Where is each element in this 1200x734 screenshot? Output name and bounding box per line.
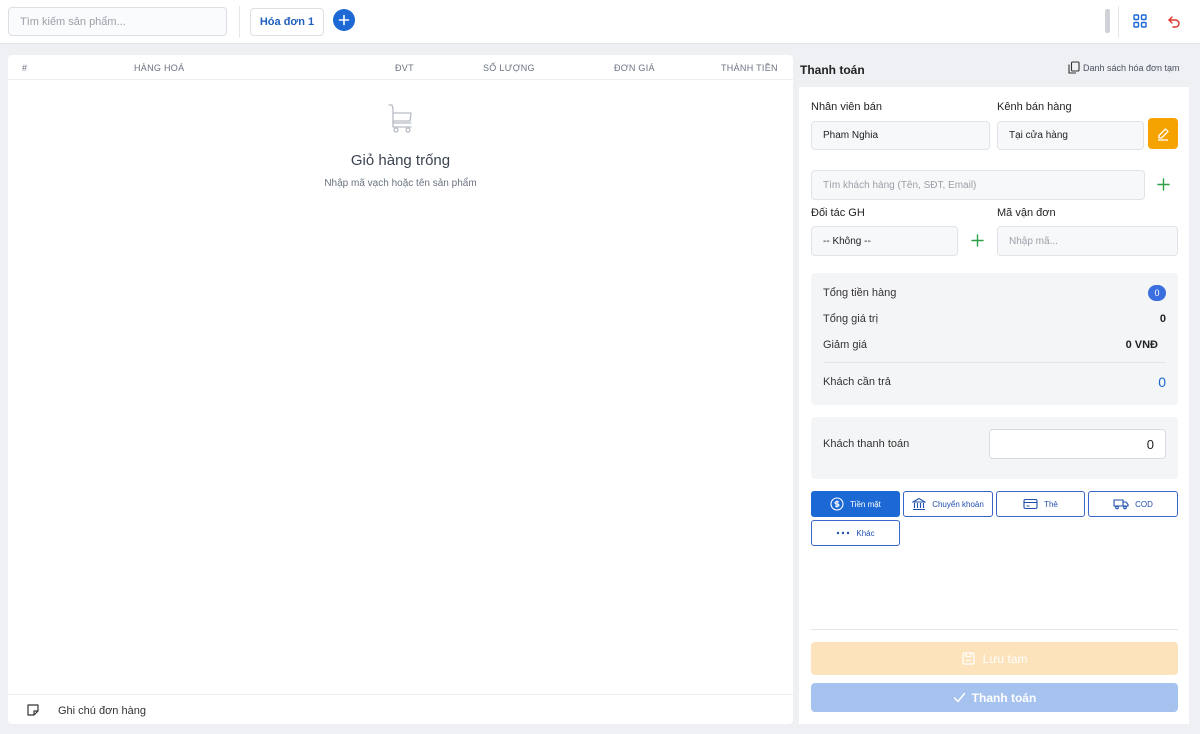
cart-icon <box>388 103 414 138</box>
seller-value: Pham Nghia <box>823 130 879 141</box>
truck-icon <box>1113 499 1129 510</box>
copy-icon <box>1068 61 1080 74</box>
tab-invoice-1[interactable]: Hóa đơn 1 <box>250 8 324 36</box>
plus-icon <box>338 14 350 26</box>
customer-search-input[interactable] <box>811 170 1145 200</box>
product-search-input[interactable] <box>8 7 227 36</box>
grid-icon <box>1133 14 1147 28</box>
save-draft-label: Lưu tạm <box>982 651 1028 666</box>
order-note-button[interactable]: Ghi chú đơn hàng <box>8 694 793 724</box>
total-value: 0 <box>1159 313 1166 325</box>
scroll-handle[interactable] <box>1105 9 1110 33</box>
payment-method-label: COD <box>1135 499 1153 509</box>
waybill-label: Mã vận đơn <box>997 207 1056 219</box>
amount-due-value: 0 <box>1158 374 1166 390</box>
top-bar: Hóa đơn 1 <box>0 0 1200 44</box>
sales-channel-label: Kênh bán hàng <box>997 101 1072 113</box>
payment-method-cash[interactable]: Tiền mặt <box>811 491 900 517</box>
empty-cart-subtitle: Nhập mã vạch hoặc tên sản phẩm <box>324 178 477 189</box>
add-customer-button[interactable] <box>1155 176 1171 192</box>
save-icon <box>962 652 975 665</box>
back-button[interactable] <box>1165 12 1183 30</box>
payment-method-transfer[interactable]: Chuyển khoản <box>903 491 993 517</box>
save-draft-button[interactable]: Lưu tạm <box>811 642 1178 675</box>
dollar-circle-icon <box>830 497 844 511</box>
column-product: HÀNG HOÁ <box>134 63 185 73</box>
note-icon <box>27 704 39 716</box>
divider <box>1118 6 1119 38</box>
empty-cart-title: Giỏ hàng trống <box>350 152 451 169</box>
column-unit-price: ĐƠN GIÁ <box>614 63 655 73</box>
bank-icon <box>912 497 927 511</box>
check-icon <box>953 692 965 703</box>
card-icon <box>1023 498 1038 510</box>
customer-pays-label: Khách thanh toán <box>823 438 910 450</box>
plus-icon <box>970 233 984 247</box>
add-shipping-partner-button[interactable] <box>969 232 985 248</box>
total-value-label: Tổng giá trị <box>823 313 879 325</box>
draft-invoices-label: Danh sách hóa đơn tạm <box>1083 62 1180 73</box>
seller-label: Nhân viên bán <box>811 101 882 113</box>
discount-value[interactable]: 0 VNĐ <box>1126 339 1158 351</box>
seller-field[interactable]: Pham Nghia <box>811 121 990 150</box>
order-summary: Tổng tiền hàng 0 Tổng giá trị 0 Giảm giá… <box>811 273 1178 405</box>
payment-method-label: Chuyển khoản <box>932 499 984 509</box>
divider <box>823 362 1166 363</box>
sales-channel-field[interactable]: Tại cửa hàng <box>997 121 1144 150</box>
edit-channel-button[interactable] <box>1148 118 1178 149</box>
edit-icon <box>1158 127 1169 141</box>
shipping-partner-select[interactable]: -- Không -- <box>811 226 958 256</box>
waybill-input[interactable] <box>997 226 1178 256</box>
column-unit: ĐVT <box>395 63 414 73</box>
payment-method-other[interactable]: Khác <box>811 520 900 546</box>
total-goods-badge: 0 <box>1148 285 1166 301</box>
more-dots-icon <box>837 531 850 535</box>
payment-method-label: Tiền mặt <box>850 499 881 509</box>
payment-method-cod[interactable]: COD <box>1088 491 1178 517</box>
customer-pays-input[interactable] <box>989 429 1166 459</box>
undo-arrow-icon <box>1168 16 1180 28</box>
column-quantity: SỐ LƯỢNG <box>483 63 535 73</box>
add-tab-button[interactable] <box>333 9 355 31</box>
cart-panel: # HÀNG HOÁ ĐVT SỐ LƯỢNG ĐƠN GIÁ THÀNH TI… <box>8 55 793 724</box>
order-note-label: Ghi chú đơn hàng <box>58 705 146 717</box>
checkout-label: Thanh toán <box>971 690 1037 705</box>
discount-label: Giảm giá <box>823 339 868 351</box>
shipping-partner-value: -- Không -- <box>823 235 871 247</box>
plus-icon <box>1156 177 1170 191</box>
payment-method-label: Khác <box>856 528 875 538</box>
checkout-title: Thanh toán <box>800 63 865 77</box>
payment-method-label: Thẻ <box>1044 499 1058 509</box>
column-index: # <box>22 63 28 73</box>
divider <box>239 6 240 38</box>
total-goods-label: Tổng tiền hàng <box>823 287 897 299</box>
shipping-partner-label: Đối tác GH <box>811 207 865 219</box>
checkout-button[interactable]: Thanh toán <box>811 683 1178 712</box>
grid-button[interactable] <box>1131 12 1149 30</box>
cart-table-header: # HÀNG HOÁ ĐVT SỐ LƯỢNG ĐƠN GIÁ THÀNH TI… <box>8 55 793 80</box>
payment-method-card[interactable]: Thẻ <box>996 491 1085 517</box>
customer-payment-box: Khách thanh toán <box>811 417 1178 479</box>
divider <box>811 629 1178 630</box>
column-line-total: THÀNH TIỀN <box>721 63 778 73</box>
draft-invoices-link[interactable]: Danh sách hóa đơn tạm <box>1068 61 1179 74</box>
amount-due-label: Khách cần trả <box>823 376 891 388</box>
sales-channel-value: Tại cửa hàng <box>1009 130 1068 141</box>
